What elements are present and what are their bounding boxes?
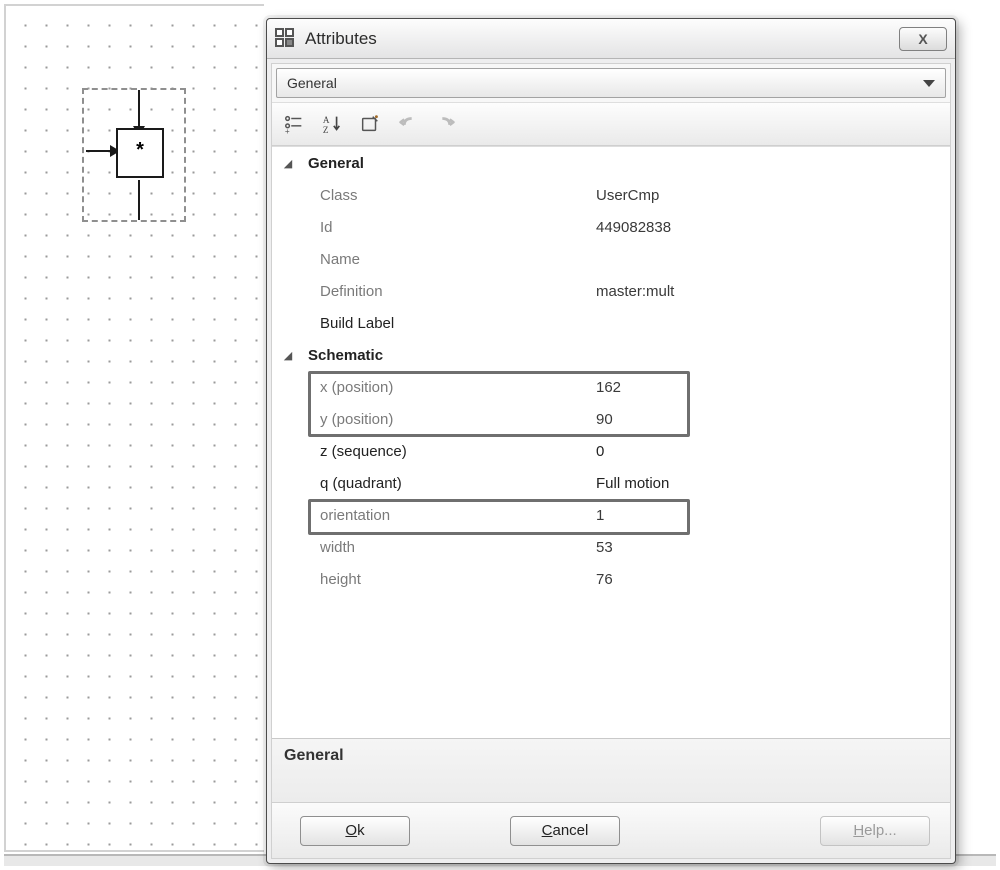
ok-rest: k <box>357 822 365 839</box>
window-icon <box>275 28 297 50</box>
prop-definition[interactable]: Definition master:mult <box>272 275 950 307</box>
output-port-bottom <box>138 180 140 220</box>
ok-mnemonic: O <box>345 822 357 839</box>
titlebar[interactable]: Attributes X <box>267 19 955 59</box>
dialog-button-bar: Ok Cancel Help... <box>272 802 950 858</box>
window-title: Attributes <box>305 29 899 49</box>
property-pages-button[interactable] <box>356 110 384 138</box>
prop-class[interactable]: Class UserCmp <box>272 179 950 211</box>
selection-marquee: * <box>82 88 186 222</box>
undo-button <box>394 110 422 138</box>
category-combo[interactable]: General <box>276 68 946 98</box>
property-grid[interactable]: ◢ General Class UserCmp Id 449082838 Nam… <box>272 146 950 738</box>
prop-z-sequence[interactable]: z (sequence) 0 <box>272 435 950 467</box>
schematic-canvas[interactable]: * <box>4 4 264 852</box>
prop-width[interactable]: width 53 <box>272 531 950 563</box>
close-button[interactable]: X <box>899 27 947 51</box>
collapse-icon[interactable]: ◢ <box>280 349 296 362</box>
prop-height[interactable]: height 76 <box>272 563 950 595</box>
prop-x-position[interactable]: x (position) 162 <box>272 371 950 403</box>
property-toolbar: + A Z <box>272 102 950 146</box>
multiplier-block[interactable]: * <box>116 128 164 178</box>
cancel-button[interactable]: Cancel <box>510 816 620 846</box>
prop-orientation[interactable]: orientation 1 <box>272 499 950 531</box>
block-symbol: * <box>136 139 144 162</box>
svg-text:A: A <box>323 115 330 125</box>
prop-y-position[interactable]: y (position) 90 <box>272 403 950 435</box>
chevron-down-icon <box>923 80 935 87</box>
attributes-dialog: Attributes X General + A Z <box>266 18 956 864</box>
sort-az-button[interactable]: A Z <box>318 110 346 138</box>
description-title: General <box>284 747 344 764</box>
category-combo-value: General <box>287 75 337 91</box>
group-general[interactable]: ◢ General <box>272 147 950 179</box>
collapse-icon[interactable]: ◢ <box>280 157 296 170</box>
close-icon: X <box>918 31 927 47</box>
input-port-top <box>138 90 140 130</box>
description-panel: General <box>272 738 950 802</box>
redo-button <box>432 110 460 138</box>
ok-button[interactable]: Ok <box>300 816 410 846</box>
svg-text:+: + <box>285 127 290 135</box>
prop-build-label[interactable]: Build Label <box>272 307 950 339</box>
svg-text:Z: Z <box>323 125 329 135</box>
categorize-button[interactable]: + <box>280 110 308 138</box>
group-schematic[interactable]: ◢ Schematic <box>272 339 950 371</box>
prop-id[interactable]: Id 449082838 <box>272 211 950 243</box>
help-mnemonic: H <box>853 822 864 839</box>
cancel-rest: ancel <box>552 822 588 839</box>
prop-q-quadrant[interactable]: q (quadrant) Full motion <box>272 467 950 499</box>
cancel-mnemonic: C <box>542 822 553 839</box>
prop-name[interactable]: Name <box>272 243 950 275</box>
dialog-client: General + A Z <box>271 63 951 859</box>
help-button: Help... <box>820 816 930 846</box>
help-rest: elp... <box>864 822 897 839</box>
